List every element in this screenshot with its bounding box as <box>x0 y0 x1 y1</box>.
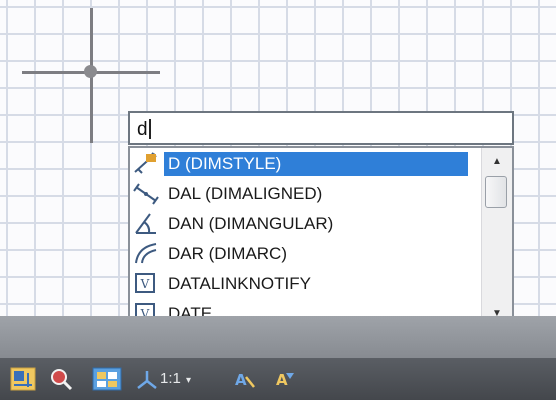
svg-text:V: V <box>140 277 150 291</box>
model-space-icon[interactable] <box>10 367 36 391</box>
autocomplete-item-label: DAN (DIMANGULAR) <box>168 214 334 233</box>
quick-view-icon[interactable] <box>48 367 74 391</box>
autocomplete-item-dimangular[interactable]: DAN (DIMANGULAR) <box>130 208 482 238</box>
command-line-area <box>0 316 556 358</box>
autocomplete-item-label: DATALINKNOTIFY <box>168 274 311 293</box>
autocomplete-item-label: D (DIMSTYLE) <box>164 152 468 176</box>
autocomplete-item-dimarc[interactable]: DAR (DIMARC) <box>130 238 482 268</box>
text-caret <box>148 119 151 139</box>
scroll-thumb[interactable] <box>485 176 507 208</box>
autocomplete-scrollbar[interactable]: ▲ ▼ <box>481 148 512 328</box>
autocomplete-item-dimstyle[interactable]: D (DIMSTYLE) <box>130 148 482 178</box>
dim-arc-icon <box>135 243 157 264</box>
command-autocomplete-list[interactable]: D (DIMSTYLE) DAL (DIMALIGNED) DAN (DIMAN… <box>128 146 514 330</box>
quick-view-drawings-icon[interactable] <box>92 367 122 391</box>
svg-text:A: A <box>235 371 247 389</box>
annotation-scale-icon[interactable] <box>134 367 160 391</box>
autocomplete-item-datalinknotify[interactable]: V DATALINKNOTIFY <box>130 268 482 298</box>
dim-aligned-icon <box>133 183 159 205</box>
annotation-scale-dropdown-arrow-icon[interactable]: ▾ <box>186 371 191 391</box>
autocomplete-item-label: DAR (DIMARC) <box>168 244 287 263</box>
crosshair-pickbox <box>84 65 97 78</box>
autocad-window: d D (DIMSTYLE) DAL (DIMALIGNED) DAN (DIM… <box>0 0 556 400</box>
scroll-up-arrow-icon[interactable]: ▲ <box>482 150 512 174</box>
annotation-visibility-icon[interactable]: A <box>232 367 258 391</box>
system-variable-icon: V <box>135 273 155 293</box>
dim-angular-icon <box>135 213 156 234</box>
auto-scale-icon[interactable]: A <box>272 367 298 391</box>
svg-text:A: A <box>276 371 288 389</box>
annotation-scale-value[interactable]: 1:1 <box>160 369 181 389</box>
autocomplete-item-dimaligned[interactable]: DAL (DIMALIGNED) <box>130 178 482 208</box>
command-input-value: d <box>137 119 148 140</box>
status-bar: 1:1 ▾ A A <box>0 358 556 400</box>
dynamic-command-input[interactable]: d <box>128 111 514 145</box>
autocomplete-item-label: DAL (DIMALIGNED) <box>168 184 323 203</box>
dimstyle-icon <box>134 152 157 174</box>
